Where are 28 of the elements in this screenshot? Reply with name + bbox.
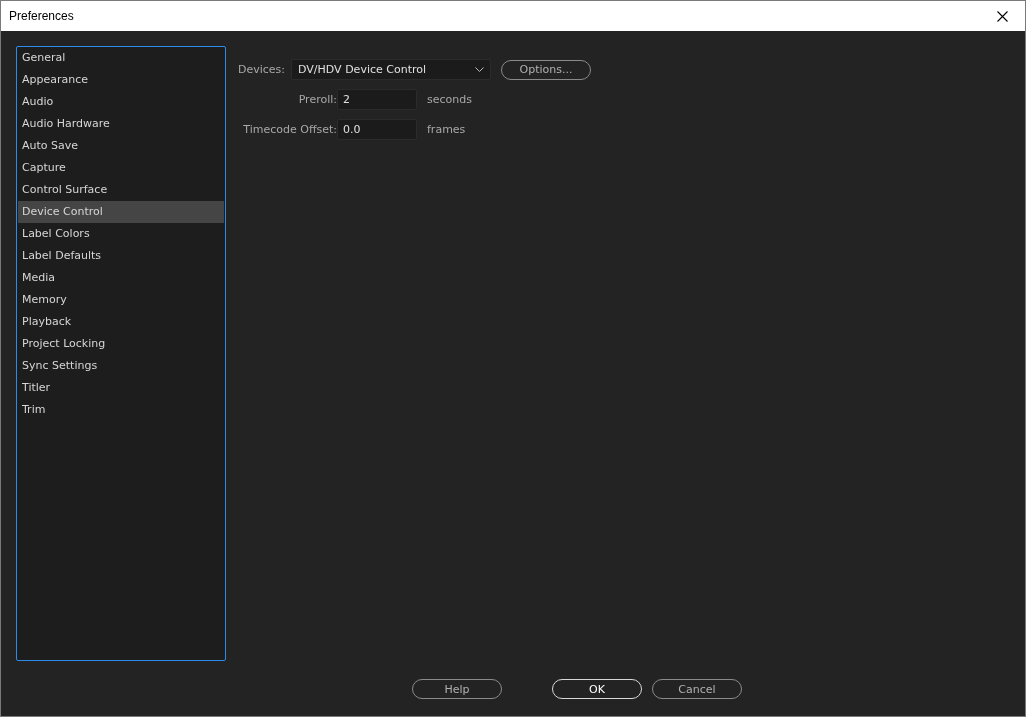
unit-label: seconds [427,93,472,106]
value-field[interactable]: 2 [337,89,417,110]
field-label: Timecode Offset: [242,123,337,136]
category-item[interactable]: Playback [18,311,224,333]
category-item[interactable]: Project Locking [18,333,224,355]
devices-dropdown[interactable]: DV/HDV Device Control [291,59,492,80]
window-title: Preferences [9,9,74,23]
category-item[interactable]: Device Control [18,201,224,223]
category-item[interactable]: Memory [18,289,224,311]
category-item[interactable]: Label Colors [18,223,224,245]
category-item[interactable]: Titler [18,377,224,399]
category-item[interactable]: Label Defaults [18,245,224,267]
category-item[interactable]: Appearance [18,69,224,91]
category-item[interactable]: Trim [18,399,224,421]
field-label: Preroll: [297,93,337,106]
close-icon [996,10,1008,22]
unit-label: frames [427,123,466,136]
category-item[interactable]: Audio Hardware [18,113,224,135]
category-item[interactable]: Auto Save [18,135,224,157]
value-field[interactable]: 0.0 [337,119,417,140]
category-item[interactable]: General [18,47,224,69]
category-item[interactable]: Capture [18,157,224,179]
category-item[interactable]: Sync Settings [18,355,224,377]
chevron-down-icon [475,67,485,72]
category-item[interactable]: Audio [18,91,224,113]
category-item[interactable]: Media [18,267,224,289]
category-item[interactable]: Control Surface [18,179,224,201]
devices-label: Devices: [238,63,286,76]
